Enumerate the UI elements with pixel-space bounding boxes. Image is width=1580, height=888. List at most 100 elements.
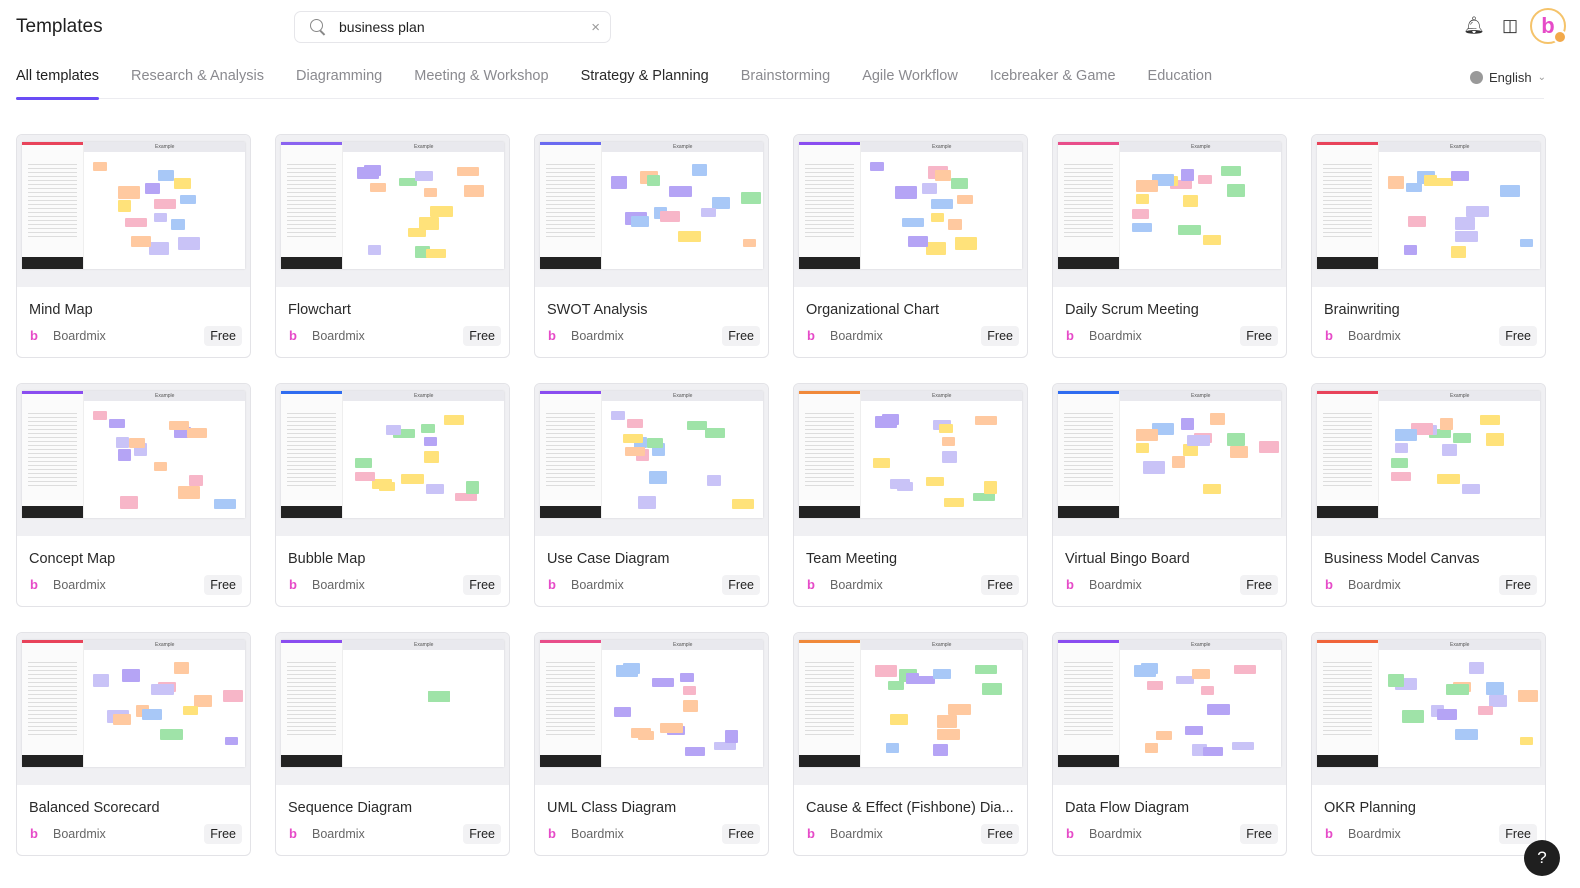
clear-search-icon[interactable]: × bbox=[591, 19, 600, 36]
template-thumbnail: Example bbox=[17, 384, 250, 536]
avatar[interactable]: b bbox=[1530, 8, 1567, 44]
thumbnail-shape bbox=[423, 187, 438, 197]
template-author: Boardmix bbox=[53, 578, 106, 592]
tab-research-analysis[interactable]: Research & Analysis bbox=[131, 64, 264, 99]
boardmix-logo-icon: b bbox=[548, 328, 556, 343]
template-card[interactable]: Example UML Class Diagram b Boardmix Free bbox=[534, 632, 769, 856]
search-box[interactable]: × bbox=[294, 11, 611, 43]
tab-diagramming[interactable]: Diagramming bbox=[296, 64, 382, 99]
price-badge: Free bbox=[981, 326, 1019, 346]
thumbnail-shape bbox=[1229, 445, 1248, 459]
template-card[interactable]: Example Mind Map b Boardmix Free bbox=[16, 134, 251, 358]
thumbnail-shape bbox=[1408, 215, 1427, 228]
thumbnail-board: Example bbox=[540, 391, 763, 518]
language-selector[interactable]: English ⌄ bbox=[1469, 70, 1546, 85]
thumbnail-shape bbox=[678, 230, 701, 243]
template-card[interactable]: Example Daily Scrum Meeting b Boardmix Fre… bbox=[1052, 134, 1287, 358]
template-card[interactable]: Example Team Meeting b Boardmix Free bbox=[793, 383, 1028, 607]
template-name: Business Model Canvas bbox=[1324, 551, 1480, 567]
tab-strategy-planning[interactable]: Strategy & Planning bbox=[581, 64, 709, 99]
thumbnail-shape bbox=[957, 195, 973, 205]
template-card[interactable]: Example Virtual Bingo Board b Boardmix Fre… bbox=[1052, 383, 1287, 607]
template-card[interactable]: Example Brainwriting b Boardmix Free bbox=[1311, 134, 1546, 358]
template-name: Team Meeting bbox=[806, 551, 898, 567]
template-card[interactable]: Example SWOT Analysis b Boardmix Free bbox=[534, 134, 769, 358]
thumbnail-shape bbox=[354, 472, 375, 482]
price-badge: Free bbox=[981, 575, 1019, 595]
thumbnail-shape bbox=[687, 421, 708, 431]
thumbnail-sidebar bbox=[1058, 391, 1121, 518]
template-card[interactable]: Example Cause & Effect (Fishbone) Dia...… bbox=[793, 632, 1028, 856]
thumbnail-board: Example bbox=[1058, 640, 1281, 767]
thumbnail-board: Example bbox=[799, 391, 1022, 518]
template-card[interactable]: Example Bubble Map b Boardmix Free bbox=[275, 383, 510, 607]
thumbnail-shape bbox=[457, 167, 480, 177]
template-card[interactable]: Example Sequence Diagram b Boardmix Free bbox=[275, 632, 510, 856]
thumbnail-shape bbox=[972, 492, 996, 502]
example-label: Example bbox=[84, 142, 245, 152]
template-author: Boardmix bbox=[1348, 578, 1401, 592]
thumbnail-shape bbox=[466, 481, 480, 494]
template-card[interactable]: Example Flowchart b Boardmix Free bbox=[275, 134, 510, 358]
thumbnail-board: Example bbox=[22, 142, 245, 269]
thumbnail-shape bbox=[1395, 429, 1418, 441]
tab-education[interactable]: Education bbox=[1148, 64, 1213, 99]
search-input[interactable] bbox=[339, 19, 592, 35]
thumbnail-shape bbox=[937, 728, 960, 741]
tab-brainstorming[interactable]: Brainstorming bbox=[741, 64, 830, 99]
template-card[interactable]: Example Data Flow Diagram b Boardmix Free bbox=[1052, 632, 1287, 856]
thumbnail-shape bbox=[731, 498, 755, 510]
thumbnail-shape bbox=[213, 498, 237, 510]
boardmix-logo-icon: b bbox=[30, 826, 38, 841]
tab-all-templates[interactable]: All templates bbox=[16, 64, 100, 100]
thumbnail-shape bbox=[1198, 175, 1212, 184]
template-card[interactable]: Example OKR Planning b Boardmix Free bbox=[1311, 632, 1546, 856]
thumbnail-shape bbox=[926, 242, 947, 256]
bell-icon[interactable]: 🔔︎ bbox=[1456, 8, 1492, 44]
thumbnail-shape bbox=[1136, 429, 1159, 441]
thumbnail-shape bbox=[1437, 473, 1460, 484]
thumbnail-sidebar bbox=[540, 391, 603, 518]
thumbnail-board: Example bbox=[1317, 142, 1540, 269]
thumbnail-shape bbox=[948, 219, 962, 230]
template-card[interactable]: Example Organizational Chart b Boardmix Fr… bbox=[793, 134, 1028, 358]
thumbnail-board: Example bbox=[1058, 142, 1281, 269]
thumbnail-shape bbox=[950, 177, 969, 189]
thumbnail-shape bbox=[1144, 742, 1159, 754]
thumbnail-shape bbox=[622, 662, 641, 675]
inbox-icon[interactable]: ◫ bbox=[1492, 8, 1528, 44]
thumbnail-shape bbox=[122, 669, 141, 682]
template-card[interactable]: Example Use Case Diagram b Boardmix Free bbox=[534, 383, 769, 607]
template-card[interactable]: Example Concept Map b Boardmix Free bbox=[16, 383, 251, 607]
thumbnail-sidebar bbox=[540, 142, 603, 269]
thumbnail-shape bbox=[1185, 726, 1203, 736]
thumbnail-shape bbox=[1406, 182, 1422, 192]
template-thumbnail: Example bbox=[276, 135, 509, 287]
thumbnail-shape bbox=[151, 684, 174, 695]
thumbnail-shape bbox=[1453, 432, 1471, 444]
price-badge: Free bbox=[981, 824, 1019, 844]
thumbnail-shape bbox=[443, 415, 464, 426]
thumbnail-shape bbox=[669, 186, 692, 197]
thumbnail-shape bbox=[129, 437, 145, 449]
template-card[interactable]: Example Business Model Canvas b Boardmix F… bbox=[1311, 383, 1546, 607]
example-label: Example bbox=[1379, 142, 1540, 152]
template-card[interactable]: Example Balanced Scorecard b Boardmix Free bbox=[16, 632, 251, 856]
thumbnail-shape bbox=[1390, 472, 1411, 482]
thumbnail-shape bbox=[1450, 171, 1469, 182]
boardmix-logo-icon: b bbox=[1066, 577, 1074, 592]
tab-icebreaker-game[interactable]: Icebreaker & Game bbox=[990, 64, 1116, 99]
thumbnail-shape bbox=[1450, 246, 1467, 258]
tab-agile-workflow[interactable]: Agile Workflow bbox=[862, 64, 958, 99]
thumbnail-shape bbox=[173, 177, 192, 189]
thumbnail-shape bbox=[1455, 230, 1478, 243]
thumbnail-shape bbox=[153, 213, 167, 222]
tab-meeting-workshop[interactable]: Meeting & Workshop bbox=[414, 64, 548, 99]
thumbnail-shape bbox=[93, 411, 107, 421]
template-name: Daily Scrum Meeting bbox=[1065, 302, 1199, 318]
boardmix-logo-icon: b bbox=[1325, 328, 1333, 343]
thumbnail-shape bbox=[1142, 460, 1166, 474]
help-button[interactable]: ? bbox=[1524, 840, 1560, 876]
template-thumbnail: Example bbox=[1312, 135, 1545, 287]
thumbnail-shape bbox=[682, 699, 699, 713]
